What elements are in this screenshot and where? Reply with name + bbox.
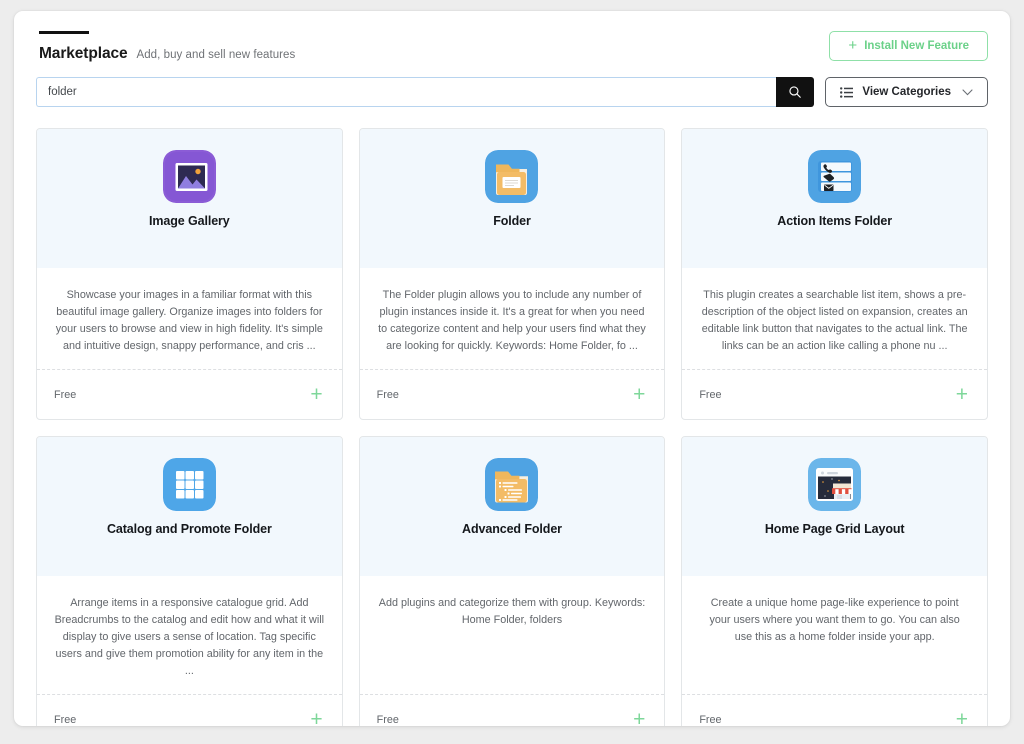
card-description: Create a unique home page-like experienc… bbox=[682, 576, 987, 695]
image-gallery-icon bbox=[163, 150, 216, 203]
card-price: Free bbox=[699, 714, 721, 726]
card-description: Arrange items in a responsive catalogue … bbox=[37, 576, 342, 695]
card-footer: Free + bbox=[682, 695, 987, 726]
add-feature-button[interactable]: + bbox=[631, 707, 647, 726]
card-header: Home Page Grid Layout bbox=[682, 437, 987, 576]
card-footer: Free + bbox=[360, 695, 665, 726]
search-row: View Categories bbox=[36, 77, 988, 107]
card-header: Advanced Folder bbox=[360, 437, 665, 576]
card-title: Image Gallery bbox=[149, 214, 230, 228]
list-icon bbox=[840, 87, 853, 98]
card-price: Free bbox=[377, 389, 399, 401]
title-block: Marketplace Add, buy and sell new featur… bbox=[36, 31, 295, 63]
card-footer: Free + bbox=[37, 695, 342, 726]
marketplace-card[interactable]: Folder The Folder plugin allows you to i… bbox=[359, 128, 666, 420]
card-header: Action Items Folder bbox=[682, 129, 987, 268]
card-price: Free bbox=[54, 389, 76, 401]
install-new-feature-button[interactable]: + Install New Feature bbox=[829, 31, 988, 61]
add-feature-button[interactable]: + bbox=[954, 707, 970, 726]
card-price: Free bbox=[54, 714, 76, 726]
view-categories-button[interactable]: View Categories bbox=[825, 77, 988, 107]
card-price: Free bbox=[377, 714, 399, 726]
card-description: Add plugins and categorize them with gro… bbox=[360, 576, 665, 695]
card-header: Folder bbox=[360, 129, 665, 268]
search-input[interactable] bbox=[36, 77, 776, 107]
plus-icon: + bbox=[848, 38, 857, 53]
card-description: Showcase your images in a familiar forma… bbox=[37, 268, 342, 370]
catalog-grid-icon bbox=[163, 458, 216, 511]
marketplace-card[interactable]: Action Items Folder This plugin creates … bbox=[681, 128, 988, 420]
folder-icon bbox=[485, 150, 538, 203]
card-footer: Free + bbox=[37, 370, 342, 419]
card-price: Free bbox=[699, 389, 721, 401]
title-underline-rule bbox=[39, 31, 89, 34]
add-feature-button[interactable]: + bbox=[631, 382, 647, 407]
page-subtitle: Add, buy and sell new features bbox=[137, 49, 296, 61]
marketplace-card-grid: Image Gallery Showcase your images in a … bbox=[36, 128, 988, 726]
marketplace-panel: Marketplace Add, buy and sell new featur… bbox=[14, 11, 1010, 726]
advanced-folder-icon bbox=[485, 458, 538, 511]
title-line: Marketplace Add, buy and sell new featur… bbox=[39, 45, 295, 63]
search-submit-button[interactable] bbox=[776, 77, 814, 107]
chevron-down-icon bbox=[962, 89, 973, 96]
add-feature-button[interactable]: + bbox=[308, 707, 324, 726]
marketplace-card[interactable]: Catalog and Promote Folder Arrange items… bbox=[36, 436, 343, 726]
card-title: Folder bbox=[493, 214, 531, 228]
page-header: Marketplace Add, buy and sell new featur… bbox=[36, 11, 988, 63]
card-header: Image Gallery bbox=[37, 129, 342, 268]
view-categories-label: View Categories bbox=[862, 86, 951, 98]
card-description: This plugin creates a searchable list it… bbox=[682, 268, 987, 370]
install-new-feature-label: Install New Feature bbox=[864, 40, 969, 52]
marketplace-card[interactable]: Image Gallery Showcase your images in a … bbox=[36, 128, 343, 420]
card-footer: Free + bbox=[360, 370, 665, 419]
card-description: The Folder plugin allows you to include … bbox=[360, 268, 665, 370]
marketplace-card[interactable]: Home Page Grid Layout Create a unique ho… bbox=[681, 436, 988, 726]
card-title: Catalog and Promote Folder bbox=[107, 522, 272, 536]
add-feature-button[interactable]: + bbox=[954, 382, 970, 407]
action-items-folder-icon bbox=[808, 150, 861, 203]
card-footer: Free + bbox=[682, 370, 987, 419]
card-title: Action Items Folder bbox=[777, 214, 892, 228]
card-header: Catalog and Promote Folder bbox=[37, 437, 342, 576]
marketplace-card[interactable]: Advanced Folder Add plugins and categori… bbox=[359, 436, 666, 726]
add-feature-button[interactable]: + bbox=[308, 382, 324, 407]
search-group bbox=[36, 77, 814, 107]
storefront-icon bbox=[808, 458, 861, 511]
card-title: Home Page Grid Layout bbox=[765, 522, 905, 536]
page-background: Marketplace Add, buy and sell new featur… bbox=[0, 0, 1024, 744]
search-icon bbox=[788, 85, 802, 99]
page-title: Marketplace bbox=[39, 45, 128, 63]
card-title: Advanced Folder bbox=[462, 522, 562, 536]
